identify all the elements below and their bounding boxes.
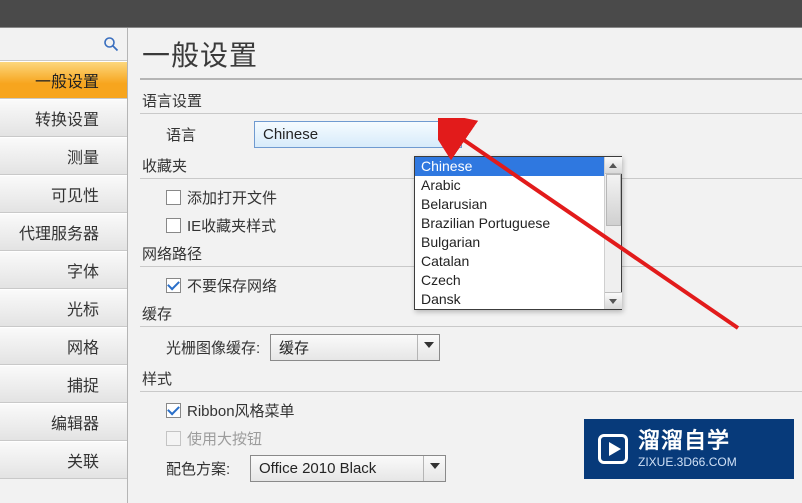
watermark-badge: 溜溜自学 ZIXUE.3D66.COM xyxy=(584,419,794,479)
search-row xyxy=(0,28,127,61)
fav-add-open-label: 添加打开文件 xyxy=(187,187,277,208)
net-nosave-label: 不要保存网络 xyxy=(187,275,277,296)
scheme-combo-value: Office 2010 Black xyxy=(259,460,376,477)
dropdown-option[interactable]: Arabic xyxy=(415,176,604,195)
chevron-down-icon xyxy=(417,335,439,360)
sidebar-item-snap[interactable]: 捕捉 xyxy=(0,365,127,403)
sidebar-item-proxy[interactable]: 代理服务器 xyxy=(0,213,127,251)
cache-combo[interactable]: 缓存 xyxy=(270,334,440,361)
dropdown-option[interactable]: Brazilian Portuguese xyxy=(415,214,604,233)
sidebar-item-label: 光标 xyxy=(67,296,99,320)
content-panel: 一般设置 语言设置 语言 Chinese 收藏夹 添加打开文件 IE收藏夹样式 xyxy=(128,28,802,503)
dropdown-option[interactable]: Catalan xyxy=(415,252,604,271)
dropdown-option[interactable]: Chinese xyxy=(415,157,604,176)
sidebar-item-label: 字体 xyxy=(67,258,99,282)
sidebar-item-label: 代理服务器 xyxy=(19,220,99,244)
net-nosave-checkbox[interactable] xyxy=(166,278,181,293)
language-combo[interactable]: Chinese xyxy=(254,121,462,148)
fav-ie-style-label: IE收藏夹样式 xyxy=(187,215,276,236)
play-icon xyxy=(598,434,628,464)
cache-combo-value: 缓存 xyxy=(279,337,309,358)
scroll-down-button[interactable] xyxy=(605,292,622,309)
sidebar-item-measure[interactable]: 测量 xyxy=(0,137,127,175)
style-ribbon-checkbox[interactable] xyxy=(166,403,181,418)
sidebar: 一般设置 转换设置 测量 可见性 代理服务器 字体 光标 网格 捕捉 编辑器 关… xyxy=(0,28,128,503)
style-ribbon-label: Ribbon风格菜单 xyxy=(187,400,295,421)
sidebar-item-general[interactable]: 一般设置 xyxy=(0,61,127,99)
section-language: 语言设置 xyxy=(140,86,802,114)
section-style: 样式 xyxy=(140,364,802,392)
fav-ie-style-checkbox[interactable] xyxy=(166,218,181,233)
page-title: 一般设置 xyxy=(140,28,802,80)
dropdown-option[interactable]: Czech xyxy=(415,271,604,290)
chevron-down-icon xyxy=(447,132,457,138)
sidebar-item-editor[interactable]: 编辑器 xyxy=(0,403,127,441)
sidebar-item-label: 捕捉 xyxy=(67,372,99,396)
scroll-thumb[interactable] xyxy=(606,174,621,226)
style-bigbtn-checkbox xyxy=(166,431,181,446)
sidebar-item-label: 可见性 xyxy=(51,182,99,206)
style-bigbtn-label: 使用大按钮 xyxy=(187,428,262,449)
language-combo-value: Chinese xyxy=(263,126,318,143)
language-label: 语言 xyxy=(166,124,254,145)
sidebar-item-label: 测量 xyxy=(67,144,99,168)
sidebar-item-visibility[interactable]: 可见性 xyxy=(0,175,127,213)
badge-title: 溜溜自学 xyxy=(638,430,737,452)
scroll-up-button[interactable] xyxy=(605,157,622,174)
sidebar-item-grid[interactable]: 网格 xyxy=(0,327,127,365)
sidebar-item-label: 编辑器 xyxy=(51,410,99,434)
scheme-combo[interactable]: Office 2010 Black xyxy=(250,455,446,482)
chevron-down-icon xyxy=(423,456,445,481)
badge-subtitle: ZIXUE.3D66.COM xyxy=(638,456,737,468)
cache-label: 光栅图像缓存: xyxy=(166,337,270,358)
sidebar-item-label: 转换设置 xyxy=(35,106,99,130)
sidebar-item-font[interactable]: 字体 xyxy=(0,251,127,289)
fav-add-open-checkbox[interactable] xyxy=(166,190,181,205)
dropdown-option[interactable]: Belarusian xyxy=(415,195,604,214)
sidebar-item-label: 关联 xyxy=(67,448,99,472)
dropdown-scrollbar[interactable] xyxy=(604,157,621,309)
sidebar-item-assoc[interactable]: 关联 xyxy=(0,441,127,479)
search-icon[interactable] xyxy=(103,36,119,52)
sidebar-item-label: 网格 xyxy=(67,334,99,358)
dropdown-option[interactable]: Bulgarian xyxy=(415,233,604,252)
sidebar-item-convert[interactable]: 转换设置 xyxy=(0,99,127,137)
sidebar-item-cursor[interactable]: 光标 xyxy=(0,289,127,327)
language-dropdown[interactable]: Chinese Arabic Belarusian Brazilian Port… xyxy=(414,156,622,310)
scheme-label: 配色方案: xyxy=(166,458,250,479)
dropdown-option[interactable]: Dansk xyxy=(415,290,604,309)
sidebar-item-label: 一般设置 xyxy=(35,68,99,92)
